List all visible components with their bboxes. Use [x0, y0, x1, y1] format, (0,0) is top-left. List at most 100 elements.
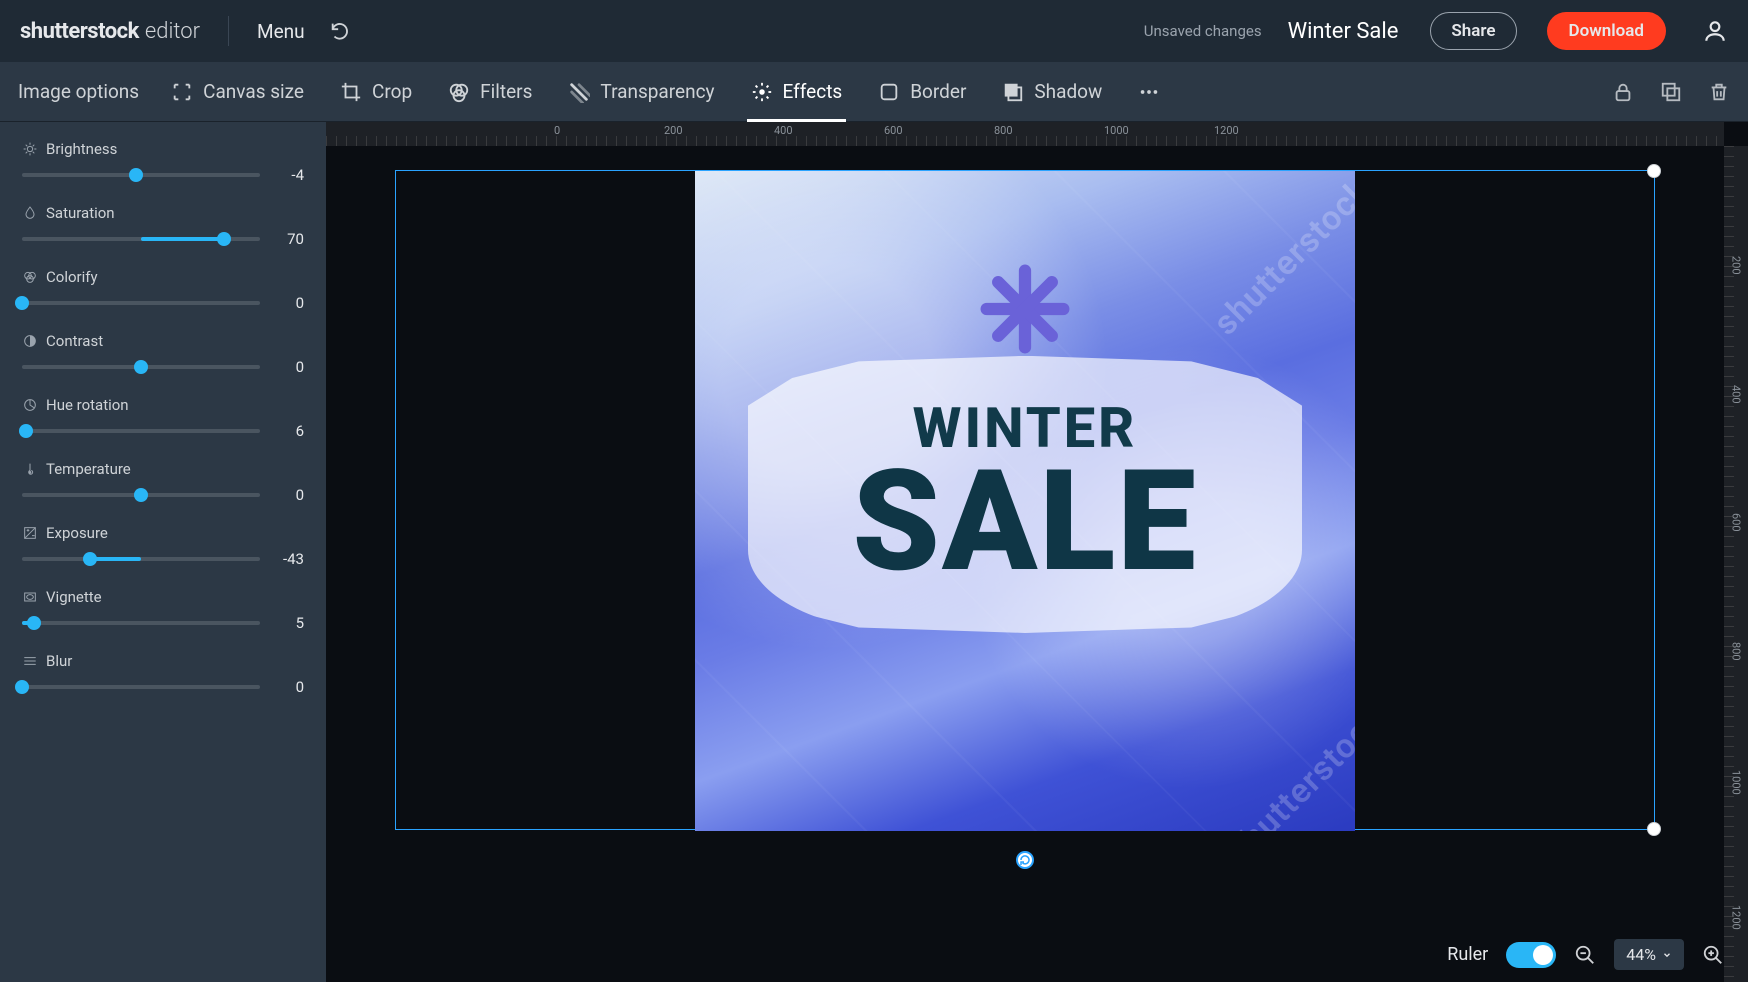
crop-button[interactable]: Crop: [336, 62, 416, 122]
effects-panel: Brightness -4 Saturation 70 Colorify: [0, 122, 326, 982]
shadow-button[interactable]: Shadow: [998, 62, 1106, 122]
logo-main: shutterstock: [20, 19, 139, 44]
resize-handle-tr[interactable]: [1647, 164, 1661, 178]
zoom-out-button[interactable]: [1574, 944, 1596, 966]
border-label: Border: [910, 80, 966, 103]
slider-label: Temperature: [22, 460, 304, 478]
artwork[interactable]: shutterstock shutterstock WINTER SALE: [695, 171, 1355, 831]
border-button[interactable]: Border: [874, 62, 970, 122]
slider-thumb[interactable]: [15, 296, 29, 310]
slider-track[interactable]: [22, 685, 260, 689]
slider-track[interactable]: [22, 301, 260, 305]
transparency-button[interactable]: Transparency: [564, 62, 718, 122]
ruler-tick: 1000: [1104, 124, 1129, 137]
slider-track[interactable]: [22, 237, 260, 241]
slider-thumb[interactable]: [83, 552, 97, 566]
slider-exposure: Exposure -43: [22, 524, 304, 568]
ruler-toggle[interactable]: [1506, 942, 1556, 968]
slider-label: Brightness: [22, 140, 304, 158]
ruler-label: Ruler: [1447, 944, 1488, 965]
logo[interactable]: shutterstock editor: [20, 19, 200, 44]
trash-icon: [1708, 81, 1730, 103]
unsaved-label: Unsaved changes: [1144, 22, 1262, 40]
slider-thumb[interactable]: [27, 616, 41, 630]
ruler-tick: 600: [884, 124, 903, 137]
more-button[interactable]: [1134, 62, 1164, 122]
footer: Ruler 44%: [1447, 939, 1724, 970]
slider-track[interactable]: [22, 429, 260, 433]
slider-value: 0: [274, 486, 304, 504]
download-button[interactable]: Download: [1547, 12, 1666, 50]
transparency-icon: [568, 81, 590, 103]
canvas-size-label: Canvas size: [203, 80, 304, 103]
slider-value: 70: [274, 230, 304, 248]
image-options-button[interactable]: Image options: [18, 80, 139, 103]
ruler-tick: 400: [774, 124, 793, 137]
duplicate-icon: [1660, 81, 1682, 103]
lock-icon: [1612, 81, 1634, 103]
slider-track[interactable]: [22, 365, 260, 369]
account-button[interactable]: [1702, 18, 1728, 44]
slider-thumb[interactable]: [134, 360, 148, 374]
slider-track[interactable]: [22, 621, 260, 625]
slider-value: 0: [274, 358, 304, 376]
zoom-value: 44%: [1626, 945, 1656, 964]
colorify-icon: [22, 269, 38, 285]
ruler-top[interactable]: 020040060080010001200: [326, 122, 1724, 146]
slider-thumb[interactable]: [19, 424, 33, 438]
canvas-area: 020040060080010001200 200400600800100012…: [326, 122, 1748, 982]
slider-track[interactable]: [22, 493, 260, 497]
artwork-line2: SALE: [852, 456, 1197, 589]
shadow-label: Shadow: [1034, 80, 1102, 103]
resize-handle-br[interactable]: [1647, 822, 1661, 836]
zoom-dropdown[interactable]: 44%: [1614, 939, 1684, 970]
slider-track[interactable]: [22, 557, 260, 561]
slider-label: Exposure: [22, 524, 304, 542]
menu-button[interactable]: Menu: [257, 20, 305, 43]
slider-label: Hue rotation: [22, 396, 304, 414]
effects-icon: [751, 81, 773, 103]
slider-label: Contrast: [22, 332, 304, 350]
undo-button[interactable]: [323, 14, 357, 48]
slider-thumb[interactable]: [129, 168, 143, 182]
filters-label: Filters: [480, 80, 532, 103]
ruler-right[interactable]: 20040060080010001200: [1724, 146, 1748, 982]
slider-value: -43: [274, 550, 304, 568]
delete-button[interactable]: [1708, 81, 1730, 103]
slider-thumb[interactable]: [217, 232, 231, 246]
slider-track[interactable]: [22, 173, 260, 177]
filters-button[interactable]: Filters: [444, 62, 536, 122]
selection-box[interactable]: shutterstock shutterstock WINTER SALE: [395, 170, 1655, 830]
blur-icon: [22, 653, 38, 669]
slider-temperature: Temperature 0: [22, 460, 304, 504]
temperature-icon: [22, 461, 38, 477]
rotate-handle[interactable]: [1016, 851, 1034, 869]
hue-icon: [22, 397, 38, 413]
logo-sub: editor: [145, 19, 200, 44]
duplicate-button[interactable]: [1660, 81, 1682, 103]
divider: [228, 16, 229, 46]
chevron-down-icon: [1662, 950, 1672, 960]
canvas-size-icon: [171, 81, 193, 103]
share-button[interactable]: Share: [1430, 12, 1516, 50]
ruler-tick: 200: [664, 124, 683, 137]
canvas-size-button[interactable]: Canvas size: [167, 62, 308, 122]
crop-icon: [340, 81, 362, 103]
slider-label: Blur: [22, 652, 304, 670]
canvas-stage[interactable]: shutterstock shutterstock WINTER SALE: [326, 146, 1724, 982]
slider-brightness: Brightness -4: [22, 140, 304, 184]
slider-thumb[interactable]: [15, 680, 29, 694]
zoom-out-icon: [1574, 944, 1596, 966]
watermark: shutterstock: [1219, 698, 1355, 831]
zoom-in-button[interactable]: [1702, 944, 1724, 966]
lock-button[interactable]: [1612, 81, 1634, 103]
effects-button[interactable]: Effects: [747, 62, 847, 122]
slider-value: 6: [274, 422, 304, 440]
vignette-icon: [22, 589, 38, 605]
ruler-tick: 1200: [1214, 124, 1239, 137]
document-title[interactable]: Winter Sale: [1288, 19, 1399, 44]
slider-value: 5: [274, 614, 304, 632]
saturation-icon: [22, 205, 38, 221]
slider-thumb[interactable]: [134, 488, 148, 502]
exposure-icon: [22, 525, 38, 541]
